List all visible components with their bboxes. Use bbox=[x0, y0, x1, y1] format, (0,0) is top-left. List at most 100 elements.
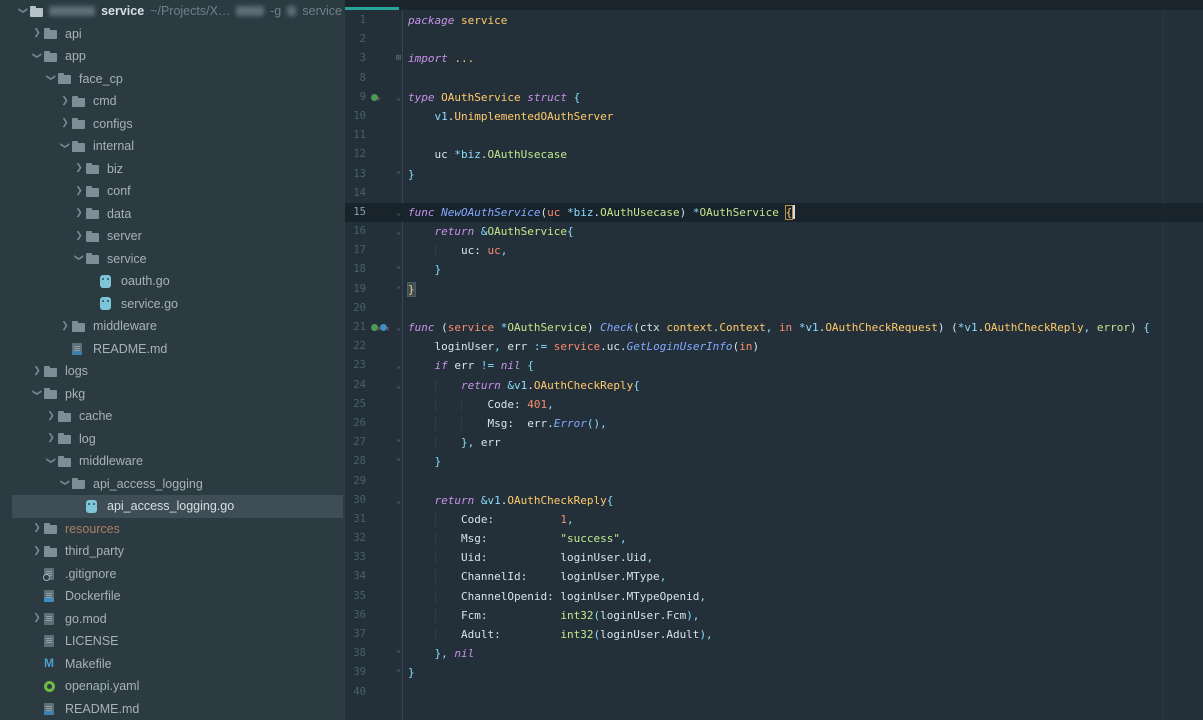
tree-item-api[interactable]: ❯api bbox=[0, 23, 345, 46]
tree-item-log[interactable]: ❯log bbox=[0, 428, 345, 451]
tree-item-service[interactable]: ❯service bbox=[0, 248, 345, 271]
chevron-down-icon[interactable]: ❯ bbox=[46, 71, 57, 85]
chevron-right-icon[interactable]: ❯ bbox=[72, 185, 86, 196]
code-text[interactable]: } bbox=[405, 165, 415, 184]
chevron-right-icon[interactable]: ❯ bbox=[72, 207, 86, 218]
code-text[interactable]: Msg: err.Error(), bbox=[405, 414, 607, 433]
tree-item-resources[interactable]: ❯resources bbox=[0, 518, 345, 541]
tree-item-conf[interactable]: ❯conf bbox=[0, 180, 345, 203]
code-text[interactable]: Code: 401, bbox=[405, 395, 554, 414]
code-line-39[interactable]: 39⌃} bbox=[345, 663, 1203, 682]
fold-marker-icon[interactable]: ⌄ bbox=[392, 203, 405, 222]
implements-icon[interactable] bbox=[371, 94, 378, 101]
code-line-10[interactable]: 10 v1.UnimplementedOAuthServer bbox=[345, 107, 1203, 126]
tree-item-logs[interactable]: ❯logs bbox=[0, 360, 345, 383]
code-line-36[interactable]: 36 Fcm: int32(loginUser.Fcm), bbox=[345, 606, 1203, 625]
chevron-down-icon[interactable]: ❯ bbox=[46, 453, 57, 467]
code-line-29[interactable]: 29 bbox=[345, 472, 1203, 491]
tree-item-api-access-logging[interactable]: ❯api_access_logging bbox=[0, 473, 345, 496]
code-line-35[interactable]: 35 ChannelOpenid: loginUser.MTypeOpenid, bbox=[345, 587, 1203, 606]
code-text[interactable]: Fcm: int32(loginUser.Fcm), bbox=[405, 606, 699, 625]
tree-item-configs[interactable]: ❯configs bbox=[0, 113, 345, 136]
tree-item-readme-md[interactable]: README.md bbox=[0, 338, 345, 361]
code-line-40[interactable]: 40 bbox=[345, 683, 1203, 702]
fold-marker-icon[interactable]: ⌃ bbox=[392, 165, 405, 184]
code-line-16[interactable]: 16⌄ return &OAuthService{ bbox=[345, 222, 1203, 241]
tree-item-license[interactable]: LICENSE bbox=[0, 630, 345, 653]
tree-item-third-party[interactable]: ❯third_party bbox=[0, 540, 345, 563]
code-text[interactable]: return &OAuthService{ bbox=[405, 222, 574, 241]
tree-item-face-cp[interactable]: ❯face_cp bbox=[0, 68, 345, 91]
code-text[interactable] bbox=[405, 30, 408, 49]
tree-item-dockerfile[interactable]: Dockerfile bbox=[0, 585, 345, 608]
code-text[interactable]: uc *biz.OAuthUsecase bbox=[405, 145, 567, 164]
fold-marker-icon[interactable]: ⌃ bbox=[392, 663, 405, 682]
fold-marker-icon[interactable]: ⊞ bbox=[392, 49, 405, 68]
fold-marker-icon[interactable]: ⌃ bbox=[392, 280, 405, 299]
chevron-right-icon[interactable]: ❯ bbox=[72, 230, 86, 241]
tree-item-cache[interactable]: ❯cache bbox=[0, 405, 345, 428]
chevron-right-icon[interactable]: ❯ bbox=[30, 612, 44, 623]
chevron-right-icon[interactable]: ❯ bbox=[58, 117, 72, 128]
code-text[interactable]: v1.UnimplementedOAuthServer bbox=[405, 107, 613, 126]
code-text[interactable]: if err != nil { bbox=[405, 356, 534, 375]
code-line-20[interactable]: 20 bbox=[345, 299, 1203, 318]
fold-marker-icon[interactable]: ⌄ bbox=[392, 491, 405, 510]
tree-item-openapi-yaml[interactable]: openapi.yaml bbox=[0, 675, 345, 698]
chevron-down-icon[interactable]: ❯ bbox=[18, 3, 29, 17]
code-text[interactable]: Code: 1, bbox=[405, 510, 574, 529]
code-line-26[interactable]: 26 Msg: err.Error(), bbox=[345, 414, 1203, 433]
tree-item-makefile[interactable]: MMakefile bbox=[0, 653, 345, 676]
code-text[interactable]: } bbox=[405, 260, 441, 279]
chevron-right-icon[interactable]: ❯ bbox=[44, 432, 58, 443]
tree-item-internal[interactable]: ❯internal bbox=[0, 135, 345, 158]
tree-item-oauth-go[interactable]: oauth.go bbox=[0, 270, 345, 293]
code-line-2[interactable]: 2 bbox=[345, 30, 1203, 49]
fold-marker-icon[interactable]: ⌃ bbox=[392, 260, 405, 279]
code-line-17[interactable]: 17 uc: uc, bbox=[345, 241, 1203, 260]
code-text[interactable] bbox=[405, 299, 408, 318]
chevron-right-icon[interactable]: ❯ bbox=[30, 522, 44, 533]
code-line-9[interactable]: 9⌄type OAuthService struct { bbox=[345, 88, 1203, 107]
code-line-38[interactable]: 38⌃ }, nil bbox=[345, 644, 1203, 663]
code-text[interactable] bbox=[405, 126, 408, 145]
chevron-right-icon[interactable]: ❯ bbox=[72, 162, 86, 173]
code-line-19[interactable]: 19⌃} bbox=[345, 280, 1203, 299]
fold-marker-icon[interactable]: ⌄ bbox=[392, 222, 405, 241]
code-text[interactable]: package service bbox=[405, 11, 507, 30]
code-text[interactable]: type OAuthService struct { bbox=[405, 88, 580, 107]
code-line-18[interactable]: 18⌃ } bbox=[345, 260, 1203, 279]
code-line-25[interactable]: 25 Code: 401, bbox=[345, 395, 1203, 414]
chevron-right-icon[interactable]: ❯ bbox=[44, 410, 58, 421]
tree-item-readme-md[interactable]: README.md bbox=[0, 698, 345, 720]
chevron-right-icon[interactable]: ❯ bbox=[30, 365, 44, 376]
code-line-28[interactable]: 28⌃ } bbox=[345, 452, 1203, 471]
tree-item-gitignore[interactable]: .gitignore bbox=[0, 563, 345, 586]
tree-item-biz[interactable]: ❯biz bbox=[0, 158, 345, 181]
code-line-30[interactable]: 30⌄ return &v1.OAuthCheckReply{ bbox=[345, 491, 1203, 510]
code-text[interactable]: loginUser, err := service.uc.GetLoginUse… bbox=[405, 337, 759, 356]
code-text[interactable] bbox=[405, 472, 408, 491]
fold-marker-icon[interactable]: ⌄ bbox=[392, 318, 405, 337]
code-text[interactable]: func (service *OAuthService) Check(ctx c… bbox=[405, 318, 1150, 337]
code-text[interactable]: } bbox=[405, 452, 441, 471]
code-text[interactable]: func NewOAuthService(uc *biz.OAuthUsecas… bbox=[405, 203, 795, 222]
tree-item-api-access-logging-go[interactable]: api_access_logging.go bbox=[0, 495, 345, 518]
code-line-32[interactable]: 32 Msg: "success", bbox=[345, 529, 1203, 548]
code-text[interactable]: uc: uc, bbox=[405, 241, 507, 260]
code-line-15[interactable]: 15⌄func NewOAuthService(uc *biz.OAuthUse… bbox=[345, 203, 1203, 222]
active-tab-indicator[interactable] bbox=[345, 7, 399, 10]
fold-marker-icon[interactable]: ⌃ bbox=[392, 452, 405, 471]
code-text[interactable] bbox=[405, 184, 408, 203]
code-text[interactable]: Adult: int32(loginUser.Adult), bbox=[405, 625, 713, 644]
chevron-down-icon[interactable]: ❯ bbox=[32, 48, 43, 62]
implements-icon[interactable] bbox=[371, 324, 378, 331]
fold-marker-icon[interactable]: ⌄ bbox=[392, 88, 405, 107]
tree-item-server[interactable]: ❯server bbox=[0, 225, 345, 248]
code-text[interactable]: } bbox=[405, 280, 415, 299]
tree-item-go-mod[interactable]: ❯go.mod bbox=[0, 608, 345, 631]
code-line-8[interactable]: 8 bbox=[345, 69, 1203, 88]
code-line-37[interactable]: 37 Adult: int32(loginUser.Adult), bbox=[345, 625, 1203, 644]
fold-marker-icon[interactable]: ⌃ bbox=[392, 433, 405, 452]
code-text[interactable]: ChannelOpenid: loginUser.MTypeOpenid, bbox=[405, 587, 706, 606]
